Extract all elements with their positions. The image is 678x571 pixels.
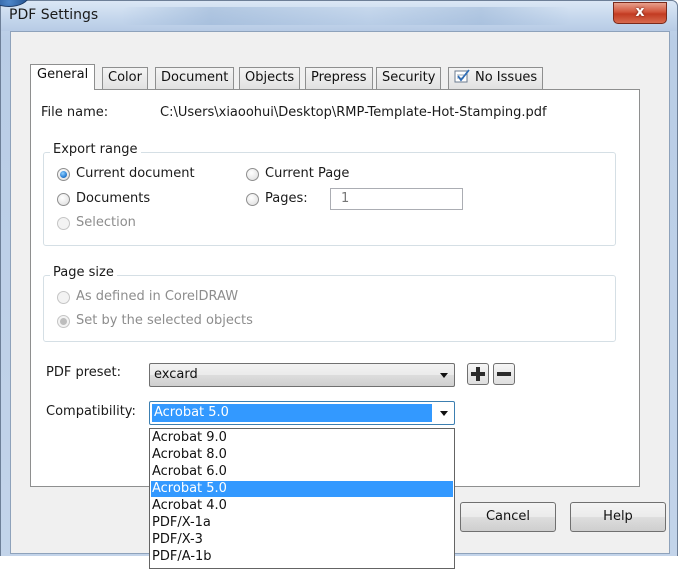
pdf-preset-value: excard xyxy=(154,367,198,382)
as-defined-label: As defined in CorelDRAW xyxy=(76,289,239,304)
compatibility-option-pdfx-3[interactable]: PDF/X-3 xyxy=(151,532,453,548)
compatibility-option-pdfx-1a[interactable]: PDF/X-1a xyxy=(151,515,453,531)
help-button[interactable]: Help xyxy=(570,502,666,532)
set-by-selected-radio xyxy=(57,315,70,328)
file-name-value: C:\Users\xiaoohui\Desktop\RMP-Template-H… xyxy=(160,105,547,120)
chevron-down-icon xyxy=(440,411,448,416)
selection-label: Selection xyxy=(76,215,136,230)
export-range-legend: Export range xyxy=(50,142,141,157)
general-tab-content: File name: C:\Users\xiaoohui\Desktop\RMP… xyxy=(0,0,678,571)
pdf-preset-select[interactable]: excard xyxy=(149,363,455,387)
compatibility-dropdown-list: Acrobat 9.0 Acrobat 8.0 Acrobat 6.0 Acro… xyxy=(149,428,455,569)
compatibility-select[interactable]: Acrobat 5.0 xyxy=(149,401,455,425)
as-defined-radio xyxy=(57,291,70,304)
pages-radio[interactable] xyxy=(246,193,259,206)
compatibility-value: Acrobat 5.0 xyxy=(152,404,432,422)
documents-label[interactable]: Documents xyxy=(76,191,150,206)
compatibility-option-acrobat-5[interactable]: Acrobat 5.0 xyxy=(151,481,453,497)
remove-preset-button[interactable] xyxy=(493,363,515,385)
compatibility-option-pdfa-1b[interactable]: PDF/A-1b xyxy=(151,549,453,565)
selection-radio xyxy=(57,217,70,230)
current-document-label[interactable]: Current document xyxy=(76,166,195,181)
cancel-button[interactable]: Cancel xyxy=(460,502,556,532)
pages-label[interactable]: Pages: xyxy=(265,191,308,206)
documents-radio[interactable] xyxy=(57,193,70,206)
compatibility-label: Compatibility: xyxy=(46,404,136,419)
current-document-radio[interactable] xyxy=(57,168,70,181)
current-page-label[interactable]: Current Page xyxy=(265,166,349,181)
pdf-preset-label: PDF preset: xyxy=(46,365,122,380)
file-name-label: File name: xyxy=(41,105,109,120)
compatibility-option-acrobat-8[interactable]: Acrobat 8.0 xyxy=(151,447,453,463)
pages-input[interactable]: 1 xyxy=(330,188,463,210)
compatibility-option-acrobat-4[interactable]: Acrobat 4.0 xyxy=(151,498,453,514)
set-by-selected-label: Set by the selected objects xyxy=(76,313,253,328)
minus-icon xyxy=(497,372,511,376)
page-size-legend: Page size xyxy=(50,265,117,280)
compatibility-option-acrobat-6[interactable]: Acrobat 6.0 xyxy=(151,464,453,480)
current-page-radio[interactable] xyxy=(246,168,259,181)
compatibility-option-acrobat-9[interactable]: Acrobat 9.0 xyxy=(151,430,453,446)
page-size-group xyxy=(43,275,616,342)
plus-icon xyxy=(471,367,485,381)
chevron-down-icon xyxy=(440,373,448,378)
add-preset-button[interactable] xyxy=(467,363,489,385)
